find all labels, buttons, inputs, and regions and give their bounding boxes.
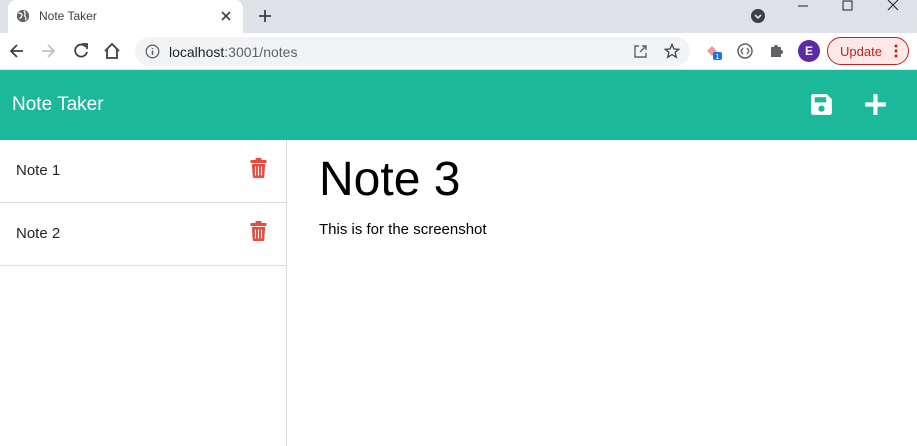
star-icon[interactable]: [664, 43, 680, 59]
close-icon[interactable]: [219, 9, 233, 23]
app-header: Note Taker: [0, 70, 917, 140]
trash-icon[interactable]: [250, 158, 267, 178]
minimize-icon[interactable]: [793, 0, 813, 12]
note-list: Note 1 Note 2: [0, 140, 287, 446]
list-item-note-2[interactable]: Note 2: [0, 203, 286, 266]
maximize-icon[interactable]: [838, 0, 858, 12]
tab-title: Note Taker: [39, 9, 97, 23]
app-title[interactable]: Note Taker: [12, 94, 104, 116]
note-title-input[interactable]: Note 3: [319, 152, 460, 208]
browser-toolbar: localhost:3001/notes 1 E Update: [0, 33, 917, 70]
address-bar[interactable]: localhost:3001/notes: [135, 37, 690, 66]
note-title-label[interactable]: Note 1: [16, 162, 60, 179]
url-text[interactable]: localhost:3001/notes: [169, 44, 297, 60]
puzzle-icon[interactable]: [767, 42, 785, 60]
update-button[interactable]: Update: [827, 37, 909, 65]
more-menu-icon[interactable]: [894, 44, 898, 58]
new-note-plus-icon[interactable]: [863, 92, 888, 117]
reload-icon[interactable]: [71, 41, 91, 61]
profile-avatar[interactable]: E: [798, 40, 820, 62]
browser-tab-strip: Note Taker: [0, 0, 917, 33]
home-icon[interactable]: [102, 41, 122, 61]
extension-icon[interactable]: 1: [704, 42, 722, 60]
new-tab-plus-icon[interactable]: [257, 8, 273, 24]
url-host: localhost: [169, 44, 225, 60]
update-label: Update: [840, 44, 882, 59]
extension-badge: 1: [715, 53, 719, 60]
forward-icon[interactable]: [38, 41, 58, 61]
globe-icon: [16, 9, 30, 23]
window-close-icon[interactable]: [883, 0, 903, 12]
list-item-note-1[interactable]: Note 1: [0, 140, 286, 203]
code-extension-icon[interactable]: [736, 42, 754, 60]
info-icon[interactable]: [145, 44, 160, 59]
url-path: :3001/notes: [224, 44, 298, 60]
save-icon[interactable]: [809, 92, 834, 117]
note-title-label[interactable]: Note 2: [16, 225, 60, 242]
back-icon[interactable]: [7, 41, 27, 61]
note-editor: Note 3 This is for the screenshot: [288, 140, 917, 446]
tab-search-icon[interactable]: [750, 8, 766, 24]
share-icon[interactable]: [633, 44, 648, 59]
browser-tab[interactable]: Note Taker: [8, 0, 243, 33]
trash-icon[interactable]: [250, 221, 267, 241]
note-text-area[interactable]: This is for the screenshot: [319, 221, 487, 238]
